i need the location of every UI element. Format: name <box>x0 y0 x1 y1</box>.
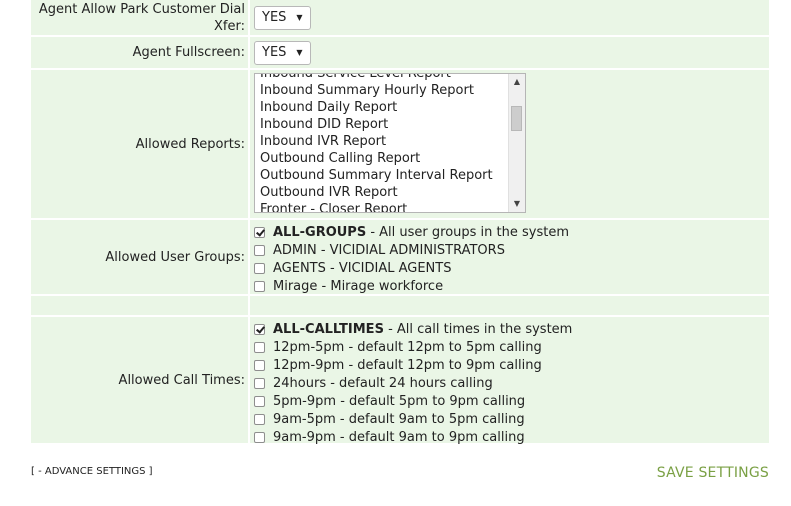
call-time-code: 9am-9pm <box>273 429 336 445</box>
user-group-item: Mirage - Mirage workforce <box>254 277 569 295</box>
park-xfer-label: Agent Allow Park Customer Dial Xfer: <box>31 0 250 35</box>
fullscreen-label: Agent Fullscreen: <box>31 37 250 68</box>
user-group-item: ALL-GROUPS - All user groups in the syst… <box>254 223 569 241</box>
report-option[interactable]: Inbound Service Level Report <box>260 74 507 82</box>
allowed-reports-cell: Inbound Service Level Report Inbound Summ… <box>250 70 769 218</box>
allowed-reports-label: Allowed Reports: <box>31 70 250 218</box>
user-group-description: - VICIDIAL AGENTS <box>325 260 452 276</box>
call-time-item: 9am-5pm - default 9am to 5pm calling <box>254 410 572 428</box>
row-park-xfer: Agent Allow Park Customer Dial Xfer: YES… <box>31 0 769 37</box>
user-group-item: AGENTS - VICIDIAL AGENTS <box>254 259 569 277</box>
call-time-item: 5pm-9pm - default 5pm to 9pm calling <box>254 392 572 410</box>
call-time-description: - default 12pm to 5pm calling <box>344 339 542 355</box>
scroll-down-icon[interactable]: ▼ <box>509 196 525 212</box>
call-time-item: 12pm-9pm - default 12pm to 9pm calling <box>254 356 572 374</box>
call-time-checkbox[interactable] <box>254 395 265 407</box>
allowed-call-times-list: ALL-CALLTIMES - All call times in the sy… <box>254 317 572 446</box>
call-time-description: - default 12pm to 9pm calling <box>344 357 542 373</box>
user-group-code: ADMIN <box>273 242 317 258</box>
user-group-description: - VICIDIAL ADMINISTRATORS <box>316 242 505 258</box>
call-time-checkbox[interactable] <box>254 359 265 371</box>
user-group-checkbox[interactable] <box>254 280 265 292</box>
call-time-description: - default 24 hours calling <box>326 375 493 391</box>
user-group-code: ALL-GROUPS <box>273 224 367 240</box>
listbox-scrollbar[interactable]: ▲ ▼ <box>508 74 525 212</box>
fullscreen-value: YES <box>262 45 287 60</box>
row-spacer <box>31 296 769 317</box>
user-group-checkbox[interactable] <box>254 226 265 238</box>
park-xfer-value: YES <box>262 10 287 25</box>
spacer-label <box>31 296 250 315</box>
park-xfer-select[interactable]: YES ▼ <box>254 5 311 30</box>
user-group-checkbox[interactable] <box>254 244 265 256</box>
allowed-user-groups-cell: ALL-GROUPS - All user groups in the syst… <box>250 220 769 294</box>
row-fullscreen: Agent Fullscreen: YES ▼ <box>31 37 769 70</box>
allowed-reports-listbox[interactable]: Inbound Service Level Report Inbound Summ… <box>254 73 526 213</box>
chevron-down-icon: ▼ <box>296 48 303 57</box>
user-group-description: - All user groups in the system <box>366 224 570 240</box>
allowed-user-groups-label: Allowed User Groups: <box>31 220 250 294</box>
save-settings-button[interactable]: SAVE SETTINGS <box>657 465 769 481</box>
call-time-description: - default 9am to 5pm calling <box>335 411 525 427</box>
advance-settings-link[interactable]: [ - ADVANCE SETTINGS ] <box>31 466 153 477</box>
call-time-description: - default 5pm to 9pm calling <box>336 393 526 409</box>
spacer-cell <box>250 296 769 315</box>
user-group-description: - Mirage workforce <box>317 278 444 294</box>
report-option[interactable]: Inbound IVR Report <box>260 133 507 150</box>
scroll-up-icon[interactable]: ▲ <box>509 74 525 90</box>
allowed-call-times-label: Allowed Call Times: <box>31 317 250 443</box>
report-option[interactable]: Inbound DID Report <box>260 116 507 133</box>
row-allowed-call-times: Allowed Call Times: ALL-CALLTIMES - All … <box>31 317 769 446</box>
call-time-code: ALL-CALLTIMES <box>273 321 384 337</box>
call-time-code: 9am-5pm <box>273 411 336 427</box>
report-option[interactable]: Inbound Summary Hourly Report <box>260 82 507 99</box>
call-time-item: ALL-CALLTIMES - All call times in the sy… <box>254 320 572 338</box>
report-option[interactable]: Fronter - Closer Report <box>260 201 507 212</box>
call-time-item: 12pm-5pm - default 12pm to 5pm calling <box>254 338 572 356</box>
report-option[interactable]: Outbound Calling Report <box>260 150 507 167</box>
allowed-reports-options: Inbound Service Level Report Inbound Summ… <box>260 74 507 212</box>
row-allowed-reports: Allowed Reports: Inbound Service Level R… <box>31 70 769 220</box>
scroll-thumb[interactable] <box>511 106 522 131</box>
report-option[interactable]: Outbound Summary Interval Report <box>260 167 507 184</box>
call-time-item: 9am-9pm - default 9am to 9pm calling <box>254 428 572 446</box>
row-allowed-user-groups: Allowed User Groups: ALL-GROUPS - All us… <box>31 220 769 296</box>
call-time-description: - default 9am to 9pm calling <box>335 429 525 445</box>
fullscreen-cell: YES ▼ <box>250 37 769 68</box>
settings-form: Agent Allow Park Customer Dial Xfer: YES… <box>31 0 769 446</box>
call-time-checkbox[interactable] <box>254 413 265 425</box>
report-option[interactable]: Inbound Daily Report <box>260 99 507 116</box>
chevron-down-icon: ▼ <box>296 13 303 22</box>
call-time-code: 12pm-5pm <box>273 339 345 355</box>
user-group-code: Mirage <box>273 278 318 294</box>
user-group-checkbox[interactable] <box>254 262 265 274</box>
call-time-checkbox[interactable] <box>254 431 265 443</box>
report-option[interactable]: Outbound IVR Report <box>260 184 507 201</box>
call-time-code: 24hours <box>273 375 327 391</box>
allowed-call-times-cell: ALL-CALLTIMES - All call times in the sy… <box>250 317 769 446</box>
user-group-code: AGENTS <box>273 260 326 276</box>
call-time-code: 12pm-9pm <box>273 357 345 373</box>
call-time-description: - All call times in the system <box>383 321 573 337</box>
user-group-item: ADMIN - VICIDIAL ADMINISTRATORS <box>254 241 569 259</box>
fullscreen-select[interactable]: YES ▼ <box>254 40 311 65</box>
park-xfer-cell: YES ▼ <box>250 0 769 35</box>
call-time-checkbox[interactable] <box>254 323 265 335</box>
call-time-checkbox[interactable] <box>254 341 265 353</box>
allowed-user-groups-list: ALL-GROUPS - All user groups in the syst… <box>254 220 569 295</box>
call-time-checkbox[interactable] <box>254 377 265 389</box>
call-time-item: 24hours - default 24 hours calling <box>254 374 572 392</box>
call-time-code: 5pm-9pm <box>273 393 337 409</box>
